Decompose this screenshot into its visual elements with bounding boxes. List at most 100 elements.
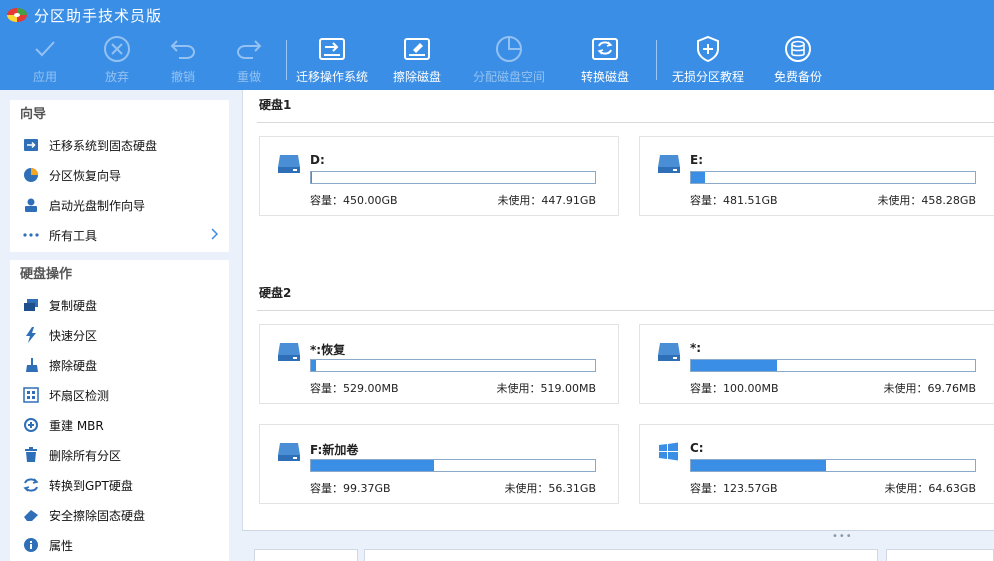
sidebar-item-properties[interactable]: 属性	[10, 530, 229, 560]
windows-icon	[659, 442, 678, 461]
sidebar-item-label: 坏扇区检测	[49, 388, 110, 403]
sidebar-item-bad-sector-check[interactable]: 坏扇区检测	[10, 380, 229, 410]
lossless-tutorial-button[interactable]: 无损分区教程	[668, 34, 748, 88]
usage-bar-fill	[691, 172, 705, 183]
sidebar-item-label: 擦除硬盘	[49, 358, 98, 373]
partition-name: D:	[310, 153, 325, 167]
undo-button[interactable]: 撤销	[160, 34, 206, 88]
redo-label: 重做	[236, 70, 261, 84]
partition-capacity: 容量：450.00GB	[310, 194, 398, 207]
disk-divider	[257, 122, 994, 123]
usage-bar-fill	[311, 460, 434, 471]
migrate-ssd-icon	[22, 137, 40, 153]
sidebar-item-wipe-disk[interactable]: 擦除硬盘	[10, 350, 229, 380]
lightning-icon	[22, 327, 40, 343]
undo-icon	[168, 34, 198, 64]
partition-card[interactable]: *:恢复 容量：529.00MB 未使用：519.00MB	[259, 324, 619, 404]
usage-bar-fill	[691, 460, 827, 471]
partition-capacity: 容量：100.00MB	[690, 382, 779, 395]
disk-divider	[257, 310, 994, 311]
free-backup-button[interactable]: 免费备份	[770, 34, 826, 88]
convert-icon	[22, 477, 40, 493]
redo-button[interactable]: 重做	[226, 34, 272, 88]
sidebar-item-label: 重建 MBR	[49, 418, 104, 433]
convert-disk-icon	[590, 34, 620, 64]
apply-label: 应用	[32, 70, 57, 84]
disk-map-partition-block[interactable]	[886, 549, 994, 561]
migrate-os-button[interactable]: 迁移操作系统	[294, 34, 370, 88]
disk-map-pane: •••	[242, 530, 994, 561]
sidebar-item-quick-partition[interactable]: 快速分区	[10, 320, 229, 350]
redo-icon	[234, 34, 264, 64]
usage-bar-fill	[311, 172, 313, 183]
wipe-disk-icon	[402, 34, 432, 64]
more-dots-icon	[22, 227, 40, 243]
toolbar-separator	[286, 40, 287, 80]
partition-name: F:新加卷	[310, 443, 359, 457]
sidebar-item-migrate-ssd[interactable]: 迁移系统到固态硬盘	[10, 130, 229, 160]
partition-name: *:	[690, 341, 702, 355]
broom-icon	[22, 357, 40, 373]
rebuild-mbr-icon	[22, 417, 40, 433]
partition-unused: 未使用：458.28GB	[877, 194, 976, 207]
sidebar-item-label: 属性	[49, 538, 74, 553]
backup-database-icon	[783, 34, 813, 64]
copy-disk-icon	[22, 297, 40, 313]
partition-card[interactable]: C: 容量：123.57GB 未使用：64.63GB	[639, 424, 994, 504]
migrate-os-label: 迁移操作系统	[295, 70, 368, 84]
usage-bar-fill	[311, 360, 317, 371]
app-title: 分区助手技术员版	[34, 6, 163, 25]
partition-name: C:	[690, 441, 704, 455]
sidebar-item-label: 删除所有分区	[49, 448, 122, 463]
partition-name: E:	[690, 153, 703, 167]
disk-header-1: 硬盘1	[259, 98, 292, 112]
convert-disk-button[interactable]: 转换磁盘	[576, 34, 634, 88]
disk-list-pane: 硬盘1 D: 容量：450.00GB 未使用：447.91GB E: 容量：48…	[242, 90, 994, 530]
partition-card[interactable]: *: 容量：100.00MB 未使用：69.76MB	[639, 324, 994, 404]
usage-bar	[310, 359, 596, 372]
sidebar-item-label: 所有工具	[49, 228, 98, 243]
disk-ops-panel-title: 硬盘操作	[20, 267, 73, 282]
sidebar-item-bootable-media[interactable]: 启动光盘制作向导	[10, 190, 229, 220]
sidebar-item-all-tools[interactable]: 所有工具	[10, 220, 229, 250]
sidebar-item-convert-gpt[interactable]: 转换到GPT硬盘	[10, 470, 229, 500]
sidebar-item-secure-erase-ssd[interactable]: 安全擦除固态硬盘	[10, 500, 229, 530]
sidebar-item-rebuild-mbr[interactable]: 重建 MBR	[10, 410, 229, 440]
wizard-panel-title: 向导	[20, 107, 47, 122]
undo-label: 撤销	[170, 70, 195, 84]
disk-header-2: 硬盘2	[259, 286, 292, 300]
drive-icon	[658, 155, 680, 173]
partition-card[interactable]: F:新加卷 容量：99.37GB 未使用：56.31GB	[259, 424, 619, 504]
usage-bar	[310, 459, 596, 472]
allocate-space-button[interactable]: 分配磁盘空间	[470, 34, 548, 88]
partition-capacity: 容量：481.51GB	[690, 194, 778, 207]
partition-capacity: 容量：99.37GB	[310, 482, 391, 495]
partition-card[interactable]: D: 容量：450.00GB 未使用：447.91GB	[259, 136, 619, 216]
drive-icon	[278, 343, 300, 361]
disk-map-partition-block[interactable]	[364, 549, 878, 561]
trash-icon	[22, 447, 40, 463]
apply-button[interactable]: 应用	[22, 34, 68, 88]
disk-map-disk-block[interactable]	[254, 549, 358, 561]
drive-icon	[278, 155, 300, 173]
sidebar-item-label: 复制硬盘	[49, 298, 98, 313]
sidebar-item-delete-all-partitions[interactable]: 删除所有分区	[10, 440, 229, 470]
wizard-panel: 向导 迁移系统到固态硬盘 分区恢复向导 启动光盘制作向导 所有工具	[10, 100, 229, 252]
partition-unused: 未使用：64.63GB	[884, 482, 976, 495]
disk-operations-panel: 硬盘操作 复制硬盘 快速分区 擦除硬盘 坏扇区检测 重建 MBR 删除所有分区 …	[10, 260, 229, 561]
sidebar-item-label: 转换到GPT硬盘	[49, 478, 133, 493]
usage-bar-fill	[691, 360, 777, 371]
usage-bar	[690, 171, 976, 184]
sidebar-item-partition-recovery[interactable]: 分区恢复向导	[10, 160, 229, 190]
title-bar: 分区助手技术员版	[0, 0, 994, 30]
discard-button[interactable]: 放弃	[94, 34, 140, 88]
partition-card[interactable]: E: 容量：481.51GB 未使用：458.28GB	[639, 136, 994, 216]
lossless-tutorial-label: 无损分区教程	[671, 70, 744, 84]
splitter-handle[interactable]: •••	[832, 531, 853, 542]
partition-unused: 未使用：519.00MB	[496, 382, 596, 395]
convert-disk-label: 转换磁盘	[580, 70, 629, 84]
wipe-disk-button[interactable]: 擦除磁盘	[388, 34, 446, 88]
drive-icon	[278, 443, 300, 461]
partition-name: *:恢复	[310, 343, 346, 357]
sidebar-item-copy-disk[interactable]: 复制硬盘	[10, 290, 229, 320]
